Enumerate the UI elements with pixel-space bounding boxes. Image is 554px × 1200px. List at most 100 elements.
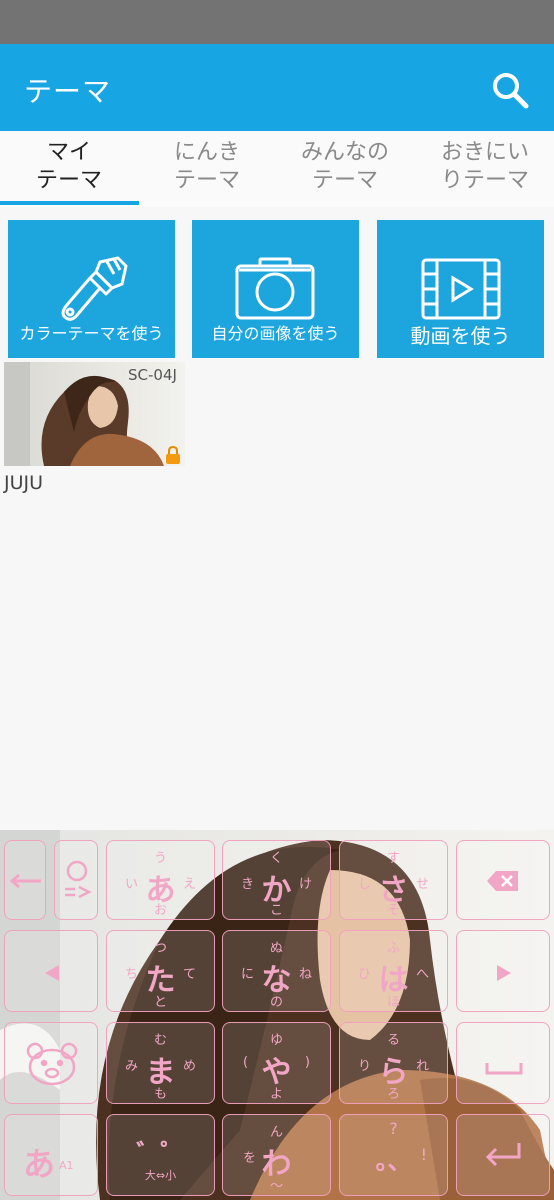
space-key[interactable] (456, 1022, 550, 1104)
cursor-left-key[interactable] (4, 840, 46, 920)
search-icon[interactable] (490, 70, 530, 110)
key-flick-left: ひ (358, 967, 372, 982)
cursor-left-arrow-key[interactable] (4, 930, 98, 1012)
key-main: ゛゜ (136, 1139, 185, 1167)
key-flick-left: ( (243, 1055, 249, 1070)
key-flick-down: ろ (386, 1087, 400, 1102)
key-flick-up: う (153, 851, 167, 866)
tab-label: みんなの (300, 140, 389, 165)
tab-label: テーマ (35, 168, 102, 193)
key-sub: 大⇔小 (144, 1169, 177, 1182)
key-flick-right: え (182, 877, 196, 892)
key-flick-down: も (153, 1087, 167, 1102)
key-flick-down: そ (386, 903, 400, 918)
key-flick-left: り (358, 1059, 372, 1074)
key-flick-down: と (153, 995, 167, 1010)
arrow-left-icon (9, 873, 41, 889)
tab-my-theme[interactable]: マイ テーマ (0, 139, 138, 195)
key-flick-left: し (358, 877, 372, 892)
key-flick-down: 〜 (269, 1179, 283, 1194)
key-sub: A1 (59, 1159, 74, 1172)
key-wa[interactable]: わ ん を 〜 (222, 1114, 331, 1196)
space-icon (485, 1063, 523, 1075)
emoticon-icon (65, 860, 92, 899)
status-bar (0, 0, 554, 44)
key-flick-up: す (386, 851, 400, 866)
page-title: テーマ (24, 75, 112, 108)
key-na[interactable]: な ぬ に ね の (222, 930, 331, 1012)
cursor-right-arrow-key[interactable] (456, 930, 550, 1012)
tile-label: カラーテーマを使う (19, 324, 164, 343)
key-flick-up: ふ (386, 941, 400, 956)
key-sa[interactable]: さ す し せ そ (339, 840, 448, 920)
key-flick-up: く (269, 851, 283, 866)
bear-face-icon (26, 1042, 78, 1086)
key-flick-down: よ (269, 1087, 283, 1102)
key-flick-left: を (243, 1151, 257, 1166)
tab-label: テーマ (173, 168, 240, 193)
tile-label: 自分の画像を使う (211, 324, 340, 343)
key-ka[interactable]: か く き け こ (222, 840, 331, 920)
sticker-key[interactable] (4, 1022, 98, 1104)
enter-icon (485, 1143, 521, 1167)
key-flick-up: ん (269, 1125, 283, 1140)
key-flick-right: ね (298, 967, 312, 982)
theme-device-label: SC-04J (128, 366, 177, 384)
tab-label: おきにい (440, 140, 529, 165)
key-flick-right: ) (304, 1055, 310, 1070)
key-main: あ (23, 1145, 56, 1183)
tab-favorite-theme[interactable]: おきにい りテーマ (416, 139, 554, 195)
key-flick-right: へ (415, 967, 429, 982)
own-image-button[interactable]: 自分の画像を使う (192, 220, 359, 358)
key-main: 。、 (375, 1147, 412, 1175)
tab-label: マイ (46, 140, 91, 165)
keyboard-preview: あ う い え お か く き け こ さ す し せ そ た つ ち て と (0, 830, 554, 1200)
color-theme-button[interactable]: カラーテーマを使う (8, 220, 175, 358)
backspace-icon (487, 871, 518, 891)
active-tab-indicator (0, 201, 139, 205)
lock-icon (166, 446, 180, 464)
key-flick-right: ! (420, 1145, 427, 1164)
key-flick-down: の (269, 995, 283, 1010)
tab-label: テーマ (311, 168, 378, 193)
key-flick-left: み (125, 1059, 139, 1074)
key-flick-left: に (241, 967, 255, 982)
key-ha[interactable]: は ふ ひ へ ほ (339, 930, 448, 1012)
key-flick-right: め (182, 1059, 196, 1074)
key-ma[interactable]: ま む み め も (106, 1022, 215, 1104)
video-button[interactable]: 動画を使う (377, 220, 544, 358)
tab-popular-theme[interactable]: にんき テーマ (138, 139, 276, 195)
key-ra[interactable]: ら る り れ ろ (339, 1022, 448, 1104)
enter-key[interactable] (456, 1114, 550, 1196)
emoji-key[interactable] (54, 840, 98, 920)
key-flick-right: け (298, 877, 312, 892)
key-flick-up: ゆ (269, 1033, 283, 1048)
triangle-left-icon (45, 965, 59, 981)
video-film-icon (421, 258, 501, 320)
punctuation-key[interactable]: 。、 ? ! (339, 1114, 448, 1196)
key-ta[interactable]: た つ ち て と (106, 930, 215, 1012)
key-flick-up: む (153, 1033, 167, 1048)
key-flick-up: ? (389, 1119, 398, 1138)
key-a[interactable]: あ う い え お (106, 840, 215, 920)
key-flick-up: ぬ (269, 941, 283, 956)
tab-bar: マイ テーマ にんき テーマ みんなの テーマ おきにい りテーマ (0, 131, 554, 207)
dakuten-key[interactable]: ゛゜ 大⇔小 (106, 1114, 215, 1196)
key-flick-left: き (241, 877, 255, 892)
tile-label: 動画を使う (410, 324, 511, 348)
theme-name: JUJU (4, 472, 44, 494)
key-flick-up: つ (153, 941, 167, 956)
key-flick-down: お (153, 903, 167, 918)
key-flick-down: こ (269, 903, 283, 918)
input-mode-key[interactable]: あ A1 (4, 1114, 98, 1196)
tab-label: にんき (173, 140, 240, 165)
paint-brush-icon (61, 256, 128, 321)
key-ya[interactable]: や ゆ ( ) よ (222, 1022, 331, 1104)
tab-label: りテーマ (440, 168, 529, 193)
backspace-key[interactable] (456, 840, 550, 920)
key-flick-down: ほ (386, 995, 400, 1010)
tab-everyone-theme[interactable]: みんなの テーマ (276, 139, 414, 195)
key-flick-right: れ (415, 1059, 429, 1074)
key-flick-right: て (182, 967, 196, 982)
key-flick-left: い (125, 877, 139, 892)
